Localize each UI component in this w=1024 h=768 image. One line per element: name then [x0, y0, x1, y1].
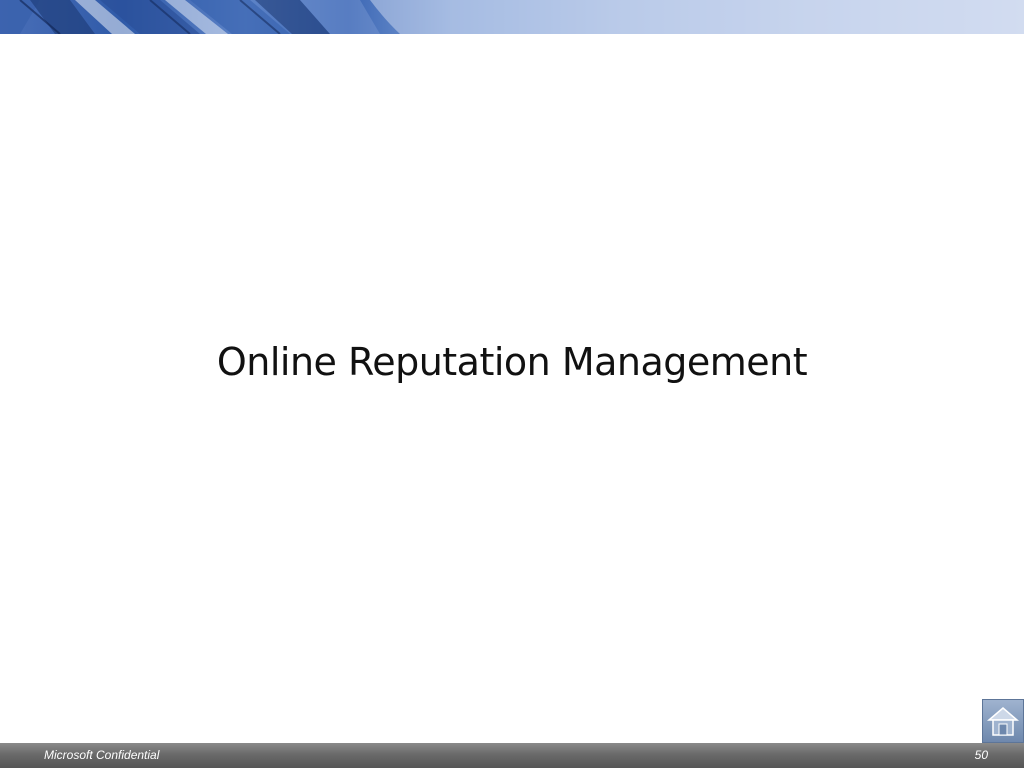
building-graphic — [0, 0, 1024, 34]
footer-bar: Microsoft Confidential 50 — [0, 743, 1024, 768]
slide: Online Reputation Management Microsoft C… — [0, 0, 1024, 768]
home-button[interactable] — [982, 699, 1024, 743]
title-placeholder[interactable]: Online Reputation Management — [112, 330, 912, 394]
confidential-label: Microsoft Confidential — [44, 748, 160, 762]
slide-title: Online Reputation Management — [216, 340, 808, 384]
home-icon — [987, 707, 1019, 736]
page-number: 50 — [974, 748, 988, 762]
top-banner-image — [0, 0, 1024, 34]
